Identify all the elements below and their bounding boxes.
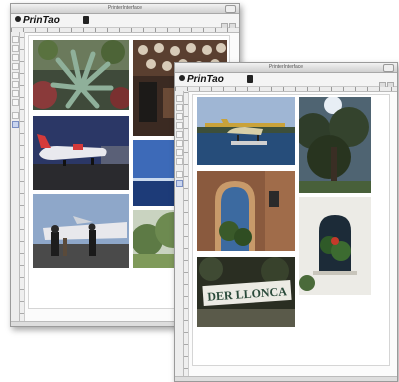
printao-logo: PrinTao (179, 74, 224, 85)
tool-button[interactable] (176, 131, 183, 138)
vertical-ruler (184, 91, 189, 381)
airport-passengers-photo[interactable] (33, 194, 129, 268)
tool-button[interactable] (176, 158, 183, 165)
tool-button[interactable] (176, 171, 183, 178)
airliner-on-tarmac-photo[interactable] (33, 116, 129, 190)
front-window[interactable]: PrinterInterface PrinTao DER LLONCA (174, 62, 398, 382)
tool-palette (11, 32, 20, 326)
printao-logo-icon (179, 75, 185, 81)
tree-against-sky-photo[interactable] (299, 97, 371, 193)
front-window-titlebar[interactable]: PrinterInterface (175, 63, 397, 78)
tool-button[interactable] (176, 113, 183, 120)
window-with-plants-photo[interactable] (299, 197, 371, 295)
tool-button[interactable] (12, 36, 19, 43)
tool-button-selected[interactable] (176, 180, 183, 187)
logo-text: PrinTao (23, 15, 60, 26)
tool-button[interactable] (176, 140, 183, 147)
seaplane-on-water-photo[interactable] (197, 97, 295, 165)
tool-button[interactable] (12, 72, 19, 79)
tool-button[interactable] (12, 112, 19, 119)
tool-button[interactable] (12, 90, 19, 97)
printao-logo-icon (15, 16, 21, 22)
window-title: PrinterInterface (268, 64, 304, 70)
tool-button[interactable] (12, 99, 19, 106)
tool-button[interactable] (176, 122, 183, 129)
document-icon[interactable] (83, 16, 89, 24)
tool-button[interactable] (176, 95, 183, 102)
tool-button[interactable] (176, 149, 183, 156)
vertical-ruler (20, 32, 25, 326)
toolbar-toggle-button[interactable] (225, 5, 236, 13)
tool-button[interactable] (12, 45, 19, 52)
back-window-titlebar[interactable]: PrinterInterface (11, 4, 239, 19)
agave-plant-photo[interactable] (33, 40, 129, 110)
horizontal-ruler (175, 87, 397, 92)
tool-button[interactable] (12, 54, 19, 61)
horizontal-ruler (11, 28, 239, 33)
logo-text: PrinTao (187, 74, 224, 85)
printao-logo: PrinTao (15, 15, 60, 26)
back-window-toolbar: PrinTao (11, 14, 239, 30)
tool-button[interactable] (176, 104, 183, 111)
tool-button-selected[interactable] (12, 121, 19, 128)
street-sign-photo[interactable]: DER LLONCA (197, 257, 295, 327)
tool-button[interactable] (12, 63, 19, 70)
front-window-toolbar: PrinTao (175, 73, 397, 89)
page-canvas: DER LLONCA (192, 94, 390, 366)
stone-archway-photo[interactable] (197, 171, 295, 251)
tool-button[interactable] (12, 81, 19, 88)
toolbar-toggle-button[interactable] (383, 64, 394, 72)
window-title: PrinterInterface (107, 5, 143, 11)
front-window-statusbar (175, 376, 397, 381)
tool-palette (175, 91, 184, 381)
document-icon[interactable] (247, 75, 253, 83)
